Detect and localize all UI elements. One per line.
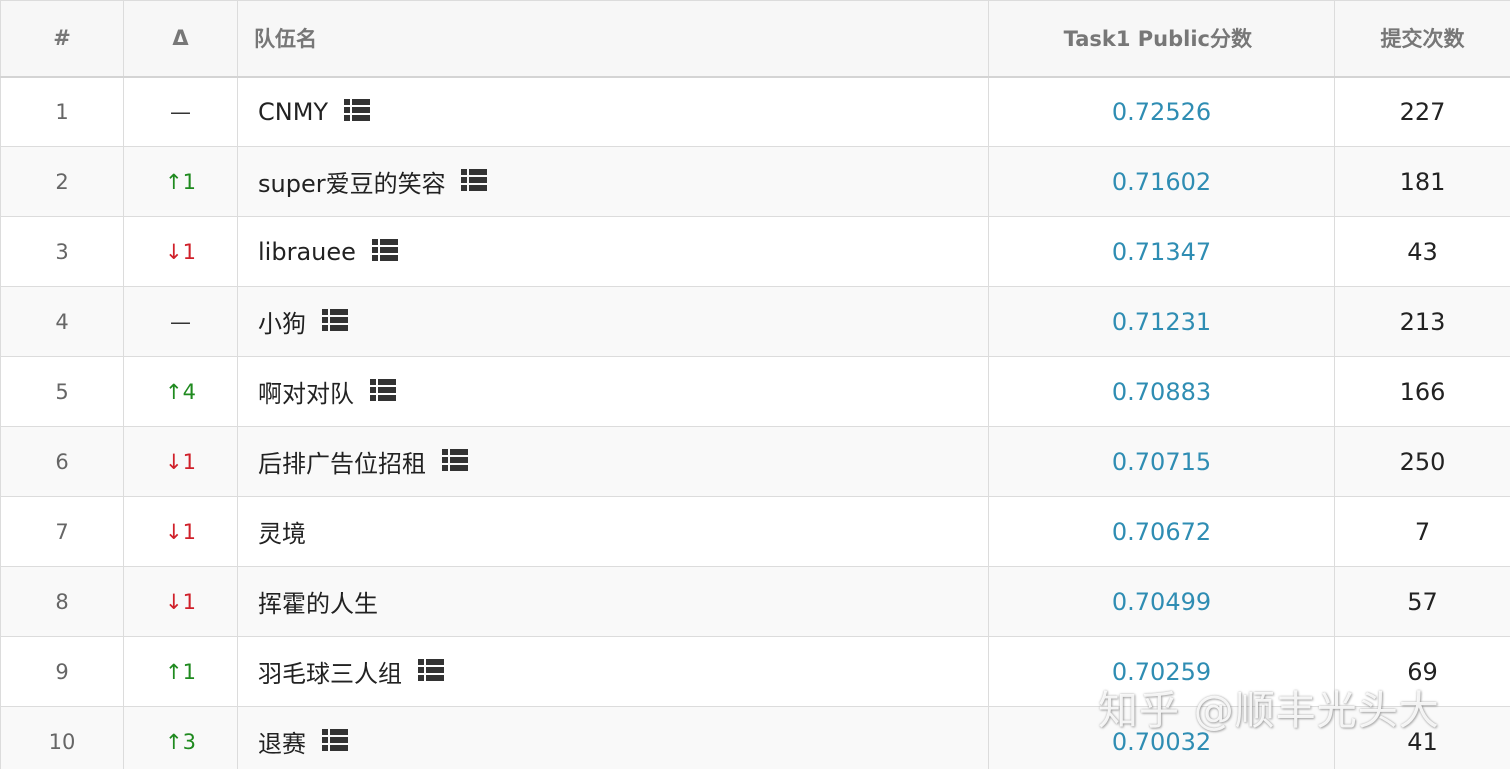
table-row: 1 — CNMY 0.72526 227 <box>0 76 1510 147</box>
team-name-link[interactable]: librauee <box>258 238 356 266</box>
table-header: # Δ 队伍名 Task1 Public分数 提交次数 <box>0 0 1510 78</box>
score-cell[interactable]: 0.71602 <box>988 146 1335 217</box>
watermark: 知乎 @顺丰光头大 <box>1098 688 1440 734</box>
rank-cell: 1 <box>0 76 124 147</box>
score-cell[interactable]: 0.71231 <box>988 286 1335 357</box>
submissions-cell: 57 <box>1334 566 1510 637</box>
leaderboard: # Δ 队伍名 Task1 Public分数 提交次数 1 — CNMY 0.7… <box>0 0 1510 769</box>
rank-cell: 2 <box>0 146 124 217</box>
submissions-cell: 227 <box>1334 76 1510 147</box>
delta-cell: — <box>123 76 238 147</box>
team-name-link[interactable]: CNMY <box>258 98 328 126</box>
header-delta[interactable]: Δ <box>123 0 238 78</box>
rank-cell: 9 <box>0 636 124 707</box>
delta-cell: ↑4 <box>123 356 238 427</box>
delta-cell: ↓1 <box>123 496 238 567</box>
delta-cell: ↓1 <box>123 426 238 497</box>
rank-cell: 7 <box>0 496 124 567</box>
team-name-link[interactable]: 羽毛球三人组 <box>258 660 402 688</box>
team-cell: 灵境 <box>237 496 989 567</box>
team-cell: 小狗 <box>237 286 989 357</box>
table-row: 2 ↑1 super爱豆的笑容 0.71602 181 <box>0 146 1510 217</box>
list-icon[interactable] <box>321 308 348 332</box>
score-cell[interactable]: 0.70715 <box>988 426 1335 497</box>
score-cell[interactable]: 0.70499 <box>988 566 1335 637</box>
team-cell: 后排广告位招租 <box>237 426 989 497</box>
submissions-cell: 43 <box>1334 216 1510 287</box>
submissions-cell: 166 <box>1334 356 1510 427</box>
team-cell: 啊对对队 <box>237 356 989 427</box>
rank-cell: 4 <box>0 286 124 357</box>
table-row: 7 ↓1 灵境 0.70672 7 <box>0 496 1510 567</box>
team-cell: 羽毛球三人组 <box>237 636 989 707</box>
submissions-cell: 181 <box>1334 146 1510 217</box>
list-icon[interactable] <box>461 168 488 192</box>
team-name-link[interactable]: 啊对对队 <box>258 380 354 408</box>
list-icon[interactable] <box>369 378 396 402</box>
team-cell: CNMY <box>237 76 989 147</box>
table-row: 3 ↓1 librauee 0.71347 43 <box>0 216 1510 287</box>
table-row: 4 — 小狗 0.71231 213 <box>0 286 1510 357</box>
list-icon[interactable] <box>321 728 348 752</box>
team-cell: 挥霍的人生 <box>237 566 989 637</box>
table-row: 6 ↓1 后排广告位招租 0.70715 250 <box>0 426 1510 497</box>
team-name-link[interactable]: 灵境 <box>258 520 306 548</box>
list-icon[interactable] <box>417 658 444 682</box>
rank-cell: 6 <box>0 426 124 497</box>
score-cell[interactable]: 0.70883 <box>988 356 1335 427</box>
delta-cell: — <box>123 286 238 357</box>
list-icon[interactable] <box>441 448 468 472</box>
team-name-link[interactable]: 退赛 <box>258 730 306 758</box>
delta-cell: ↑1 <box>123 636 238 707</box>
score-cell[interactable]: 0.72526 <box>988 76 1335 147</box>
team-name-link[interactable]: 挥霍的人生 <box>258 590 378 618</box>
rank-cell: 3 <box>0 216 124 287</box>
score-cell[interactable]: 0.71347 <box>988 216 1335 287</box>
team-cell: super爱豆的笑容 <box>237 146 989 217</box>
rank-cell: 5 <box>0 356 124 427</box>
score-cell[interactable]: 0.70672 <box>988 496 1335 567</box>
rank-cell: 8 <box>0 566 124 637</box>
delta-cell: ↓1 <box>123 566 238 637</box>
submissions-cell: 7 <box>1334 496 1510 567</box>
team-cell: 退赛 <box>237 706 989 769</box>
table-row: 5 ↑4 啊对对队 0.70883 166 <box>0 356 1510 427</box>
header-rank[interactable]: # <box>0 0 124 78</box>
header-submissions[interactable]: 提交次数 <box>1334 0 1510 78</box>
header-team-name[interactable]: 队伍名 <box>237 0 989 78</box>
submissions-cell: 250 <box>1334 426 1510 497</box>
delta-cell: ↑1 <box>123 146 238 217</box>
header-score[interactable]: Task1 Public分数 <box>988 0 1335 78</box>
list-icon[interactable] <box>343 98 370 122</box>
table-row: 8 ↓1 挥霍的人生 0.70499 57 <box>0 566 1510 637</box>
header-row: # Δ 队伍名 Task1 Public分数 提交次数 <box>0 0 1510 78</box>
team-name-link[interactable]: 后排广告位招租 <box>258 450 426 478</box>
table-body: 1 — CNMY 0.72526 227 2 ↑1 super爱豆的笑容 0.7… <box>0 76 1510 769</box>
leaderboard-table: # Δ 队伍名 Task1 Public分数 提交次数 1 — CNMY 0.7… <box>0 0 1510 769</box>
team-cell: librauee <box>237 216 989 287</box>
rank-cell: 10 <box>0 706 124 769</box>
team-name-link[interactable]: 小狗 <box>258 310 306 338</box>
delta-cell: ↑3 <box>123 706 238 769</box>
team-name-link[interactable]: super爱豆的笑容 <box>258 170 446 198</box>
list-icon[interactable] <box>371 238 398 262</box>
delta-cell: ↓1 <box>123 216 238 287</box>
submissions-cell: 213 <box>1334 286 1510 357</box>
